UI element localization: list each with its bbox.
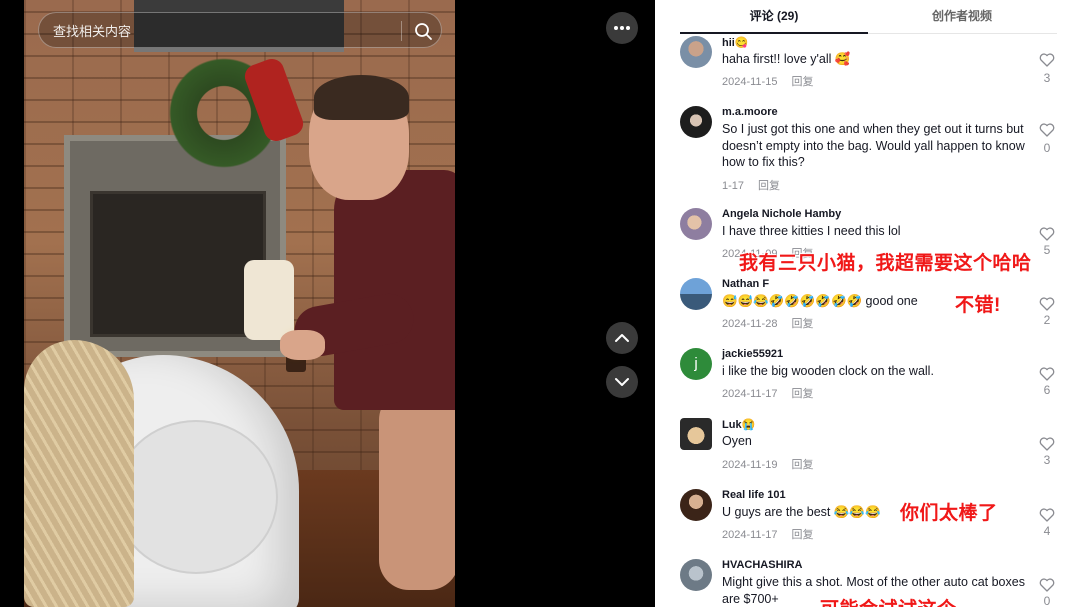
- avatar[interactable]: j: [680, 348, 712, 380]
- comment-text: So I just got this one and when they get…: [722, 122, 1025, 169]
- comment-username[interactable]: Angela Nichole Hamby: [722, 208, 841, 220]
- avatar[interactable]: [680, 208, 712, 240]
- comment-meta: 2024-11-17 回复: [722, 385, 813, 401]
- heart-icon: [1039, 437, 1055, 451]
- heart-icon: [1039, 297, 1055, 311]
- avatar-initial: j: [694, 355, 698, 372]
- comment-date: 2024-11-28: [722, 318, 778, 330]
- heart-icon: [1039, 123, 1055, 137]
- comment-username[interactable]: Nathan F: [722, 278, 769, 290]
- comment-username[interactable]: hii😋: [722, 36, 749, 49]
- chevron-up-icon: [615, 334, 629, 342]
- search-input[interactable]: [51, 13, 395, 49]
- like-count: 4: [1043, 524, 1051, 538]
- tab-comments[interactable]: 评论 (29): [680, 0, 868, 34]
- reply-button[interactable]: 回复: [791, 318, 813, 330]
- comment-username[interactable]: Luk😭: [722, 418, 755, 431]
- heart-icon: [1039, 227, 1055, 241]
- fireplace-opening: [90, 191, 266, 337]
- search-icon[interactable]: [411, 19, 435, 43]
- comment-username[interactable]: jackie55921: [722, 348, 783, 360]
- translation-overlay: 不错!: [955, 295, 1001, 316]
- comment-meta: 2024-11-19 回复: [722, 456, 813, 472]
- comment-username[interactable]: m.a.moore: [722, 106, 778, 118]
- person-torso: [334, 170, 455, 410]
- translation-overlay: 我有三只小猫，我超需要这个哈哈: [739, 253, 1032, 274]
- reply-button[interactable]: 回复: [791, 529, 813, 541]
- reply-button[interactable]: 回复: [791, 388, 813, 400]
- avatar[interactable]: [680, 278, 712, 310]
- video-area: [0, 0, 655, 607]
- litter-box-door: [114, 420, 278, 574]
- search-bar: [38, 12, 442, 49]
- chevron-down-icon: [615, 378, 629, 386]
- avatar[interactable]: [680, 559, 712, 591]
- comment-text: haha first!! love y'all 🥰: [722, 52, 851, 66]
- reply-button[interactable]: 回复: [758, 180, 780, 192]
- person-leg: [379, 390, 455, 590]
- comment-date: 1-17: [722, 180, 745, 192]
- like-count: 3: [1043, 453, 1051, 467]
- curly-hair: [24, 340, 134, 607]
- like-button[interactable]: [1038, 53, 1056, 72]
- translation-overlay: 可能会试试这个: [820, 594, 957, 607]
- video-player[interactable]: [24, 0, 455, 607]
- comment-date: 2024-11-17: [722, 388, 778, 400]
- comment-date: 2024-11-15: [722, 76, 778, 88]
- heart-icon: [1039, 367, 1055, 381]
- panel-tabs: 评论 (29) 创作者视频: [680, 0, 1057, 34]
- comment-meta: 2024-11-17 回复: [722, 526, 813, 542]
- comment-meta: 2024-11-15 回复: [722, 73, 813, 89]
- comment-meta: 1-17 回复: [722, 177, 780, 193]
- heart-icon: [1039, 508, 1055, 522]
- search-divider: [401, 21, 402, 41]
- previous-video-button[interactable]: [606, 322, 638, 354]
- person-hair: [314, 75, 409, 120]
- translation-overlay: 你们太棒了: [900, 503, 998, 524]
- reply-button[interactable]: 回复: [791, 459, 813, 471]
- avatar[interactable]: [680, 106, 712, 138]
- like-button[interactable]: [1038, 123, 1056, 142]
- comment-username[interactable]: HVACHASHIRA: [722, 559, 802, 571]
- next-video-button[interactable]: [606, 366, 638, 398]
- comment-username[interactable]: Real life 101: [722, 489, 786, 501]
- more-options-button[interactable]: [606, 12, 638, 44]
- like-count: 6: [1043, 383, 1051, 397]
- reply-button[interactable]: 回复: [791, 76, 813, 88]
- like-count: 5: [1043, 243, 1051, 257]
- more-icon: [614, 26, 630, 30]
- heart-icon: [1039, 578, 1055, 592]
- like-count: 0: [1043, 594, 1051, 607]
- comment-text: i like the big wooden clock on the wall.: [722, 364, 934, 378]
- comment-date: 2024-11-19: [722, 459, 778, 471]
- comment-date: 2024-11-17: [722, 529, 778, 541]
- comment-text: Oyen: [722, 434, 752, 448]
- deer-figurine: [244, 260, 294, 340]
- person-hand: [280, 330, 325, 360]
- avatar[interactable]: [680, 489, 712, 521]
- like-count: 0: [1043, 141, 1051, 155]
- comment-meta: 2024-11-28 回复: [722, 315, 813, 331]
- heart-icon: [1039, 53, 1055, 67]
- tab-creator-videos[interactable]: 创作者视频: [868, 0, 1056, 33]
- avatar[interactable]: [680, 36, 712, 68]
- comments-panel: 评论 (29) 创作者视频 hii😋 haha first!! love y'a…: [655, 0, 1080, 607]
- avatar[interactable]: [680, 418, 712, 450]
- like-count: 2: [1043, 313, 1051, 327]
- comment-text: I have three kitties I need this lol: [722, 224, 901, 238]
- like-count: 3: [1043, 71, 1051, 85]
